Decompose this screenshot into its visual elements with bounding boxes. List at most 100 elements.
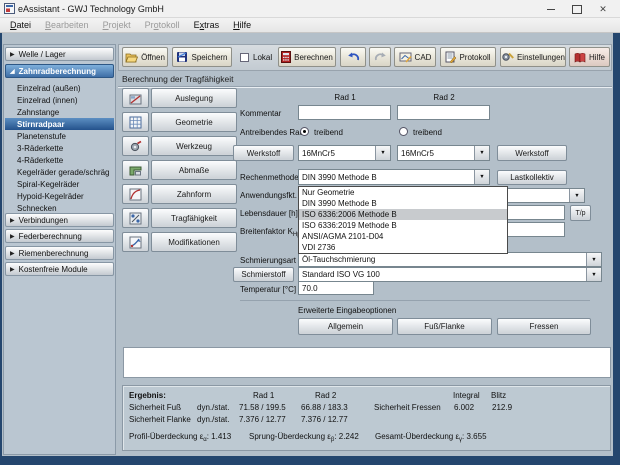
menu-item-hilfe[interactable]: Hilfe xyxy=(226,18,258,33)
sidebar-item-3-raederkette[interactable]: 3-Räderkette xyxy=(5,142,114,154)
method-option[interactable]: ANSI/AGMA 2101-D04 xyxy=(299,231,507,242)
module-modifikationen-icon-button[interactable] xyxy=(122,232,149,252)
sidebar-section-verbindungen[interactable]: ▶ Verbindungen xyxy=(5,213,114,227)
app-window: eAssistant - GWJ Technology GmbH ✕ Datei… xyxy=(0,0,620,465)
calculator-icon xyxy=(281,51,292,63)
method-option[interactable]: DIN 3990 Methode B xyxy=(299,198,507,209)
module-zahnform-icon-button[interactable] xyxy=(122,184,149,204)
lokal-checkbox[interactable] xyxy=(240,53,249,62)
maximize-button[interactable] xyxy=(564,0,590,18)
method-option[interactable]: VDI 2736 xyxy=(299,242,507,253)
kommentar-rad1-input[interactable] xyxy=(298,105,391,120)
close-icon: ✕ xyxy=(599,3,607,14)
rechenmethode-select[interactable]: DIN 3990 Methode B ▼ xyxy=(298,169,490,185)
undo-button[interactable] xyxy=(340,47,366,67)
undo-icon xyxy=(347,52,359,61)
fressen-blitz-value: 212.9 xyxy=(492,403,513,412)
werkstoff-rad2-select[interactable]: 16MnCr5 ▼ xyxy=(397,145,490,161)
sidebar-item-planetenstufe[interactable]: Planetenstufe xyxy=(5,130,114,142)
schmierstoff-select[interactable]: Standard ISO VG 100 ▼ xyxy=(298,267,602,282)
module-auslegung-button[interactable]: Auslegung xyxy=(151,88,237,108)
temperatur-input[interactable] xyxy=(298,281,374,295)
flanke-mode: dyn./stat. xyxy=(197,415,230,424)
chevron-right-icon: ▶ xyxy=(10,266,15,273)
sidebar-section-riemenberechnung[interactable]: ▶ Riemenberechnung xyxy=(5,246,114,260)
save-button[interactable]: Speichern xyxy=(172,47,232,67)
allgemein-button[interactable]: Allgemein xyxy=(298,318,393,335)
module-zahnform-button[interactable]: Zahnform xyxy=(151,184,237,204)
minimize-button[interactable] xyxy=(538,0,564,18)
menu-item-projekt: Projekt xyxy=(102,20,131,30)
app-icon xyxy=(4,3,15,14)
settings-button[interactable]: Einstellungen xyxy=(500,47,566,67)
chevron-right-icon: ▶ xyxy=(10,51,15,58)
results-col-rad1: Rad 1 xyxy=(253,391,275,400)
fuss-flanke-button[interactable]: Fuß/Flanke xyxy=(397,318,492,335)
minimize-icon xyxy=(547,8,555,10)
results-col-integral: Integral xyxy=(453,391,480,400)
module-werkzeug-button[interactable]: Werkzeug xyxy=(151,136,237,156)
sprung-ueberdeckung: Sprung-Überdeckung εβ: 2.242 xyxy=(249,432,359,443)
sidebar-section-kostenfreie-module[interactable]: ▶ Kostenfreie Module xyxy=(5,262,114,276)
help-button[interactable]: Hilfe xyxy=(569,47,610,67)
sidebar: ▶ Welle / Lager ◢ Zahnradberechnung Einzel… xyxy=(3,44,116,455)
method-option-highlighted[interactable]: ISO 6336:2006 Methode B xyxy=(299,209,507,220)
sidebar-item-kegelraeder[interactable]: Kegelräder gerade/schräg xyxy=(5,166,114,178)
sidebar-item-zahnstange[interactable]: Zahnstange xyxy=(5,106,114,118)
sidebar-section-zahnradberechnung[interactable]: ◢ Zahnradberechnung xyxy=(5,64,114,78)
results-col-rad2: Rad 2 xyxy=(315,391,337,400)
tragfaehigkeit-icon xyxy=(129,212,142,224)
cad-button[interactable]: CAD xyxy=(394,47,436,67)
module-tragfaehigkeit-icon-button[interactable] xyxy=(122,208,149,228)
sidebar-section-welle-lager[interactable]: ▶ Welle / Lager xyxy=(5,47,114,61)
chevron-down-icon: ▼ xyxy=(375,146,390,160)
schmierungsart-select[interactable]: Öl-Tauchschmierung ▼ xyxy=(298,252,602,267)
lastkollektiv-button[interactable]: Lastkollektiv xyxy=(497,170,567,185)
module-geometrie-button[interactable]: Geometrie xyxy=(151,112,237,132)
protocol-button[interactable]: Protokoll xyxy=(440,47,496,67)
menu-item-datei[interactable]: Datei xyxy=(3,18,38,33)
sidebar-item-4-raederkette[interactable]: 4-Räderkette xyxy=(5,154,114,166)
temperatur-label: Temperatur [°C] xyxy=(240,285,297,294)
calculate-button[interactable]: Berechnen xyxy=(278,47,336,67)
sidebar-item-stirnradpaar[interactable]: Stirnradpaar xyxy=(5,118,114,130)
sidebar-item-hypoid-kegelraeder[interactable]: Hypoid-Kegelräder xyxy=(5,190,114,202)
treibend-rad2-label: treibend xyxy=(413,128,442,137)
title-bar: eAssistant - GWJ Technology GmbH ✕ xyxy=(0,0,620,18)
auslegung-icon xyxy=(129,94,142,104)
treibend-rad1-radio[interactable] xyxy=(300,127,309,136)
werkstoff-rad1-select[interactable]: 16MnCr5 ▼ xyxy=(298,145,391,161)
module-werkzeug-icon-button[interactable] xyxy=(122,136,149,156)
sidebar-item-einzelrad-innen[interactable]: Einzelrad (innen) xyxy=(5,94,114,106)
page-title: Berechnung der Tragfähigkeit xyxy=(122,74,234,84)
treibend-rad2-radio[interactable] xyxy=(399,127,408,136)
menu-item-extras[interactable]: Ex tras xyxy=(187,18,227,33)
schmierstoff-button[interactable]: Schmierstoff xyxy=(233,267,294,282)
kommentar-rad2-input[interactable] xyxy=(397,105,490,120)
open-folder-icon xyxy=(125,53,139,62)
method-option[interactable]: ISO 6336:2019 Methode B xyxy=(299,220,507,231)
cad-icon xyxy=(399,52,412,63)
chevron-down-icon: ▼ xyxy=(586,268,601,281)
sicherheit-fressen-label: Sicherheit Fressen xyxy=(374,403,441,412)
sidebar-item-einzelrad-aussen[interactable]: Einzelrad (außen) xyxy=(5,82,114,94)
chevron-down-icon: ▼ xyxy=(474,146,489,160)
method-option[interactable]: Nur Geometrie xyxy=(299,187,507,198)
werkstoff-rad1-button[interactable]: Werkstoff xyxy=(233,145,294,161)
sidebar-section-federberechnung[interactable]: ▶ Federberechnung xyxy=(5,229,114,243)
menu-item-bearbeiten: Bearbeiten xyxy=(45,20,89,30)
sidebar-item-spiral-kegelraeder[interactable]: Spiral-Kegelräder xyxy=(5,178,114,190)
module-auslegung-icon-button[interactable] xyxy=(122,88,149,108)
close-button[interactable]: ✕ xyxy=(590,0,616,18)
module-tragfaehigkeit-button[interactable]: Tragfähigkeit xyxy=(151,208,237,228)
module-abmasse-button[interactable]: Abmaße xyxy=(151,160,237,180)
chevron-right-icon: ▶ xyxy=(10,250,15,257)
module-abmasse-icon-button[interactable] xyxy=(122,160,149,180)
module-modifikationen-button[interactable]: Modifikationen xyxy=(151,232,237,252)
module-geometrie-icon-button[interactable] xyxy=(122,112,149,132)
werkstoff-rad2-button[interactable]: Werkstoff xyxy=(497,145,567,161)
fressen-button[interactable]: Fressen xyxy=(497,318,591,335)
erweiterte-eingabeoptionen-label: Erweiterte Eingabeoptionen xyxy=(298,306,397,315)
tp-button[interactable]: T/p xyxy=(570,205,591,221)
open-button[interactable]: Öffnen xyxy=(122,47,168,67)
